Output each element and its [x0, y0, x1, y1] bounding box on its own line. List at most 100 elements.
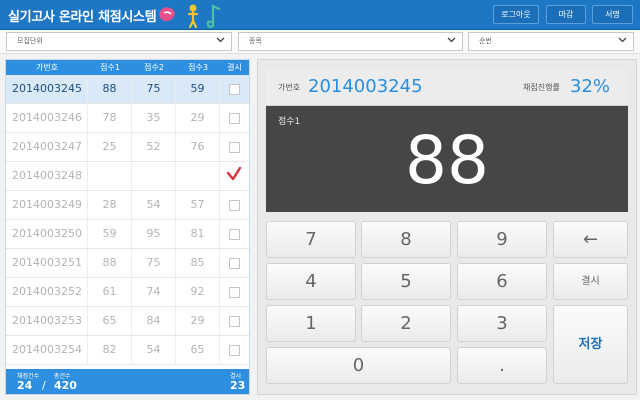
col-header-score2: 점수2 — [144, 63, 164, 72]
row-id: 2014003253 — [6, 307, 88, 335]
key-2[interactable]: 2 — [361, 305, 451, 342]
chevron-down-icon — [216, 37, 225, 43]
row-score3: 57 — [176, 191, 220, 219]
absent-checkbox[interactable] — [229, 84, 240, 95]
row-absent-cell — [220, 249, 249, 277]
row-id: 2014003245 — [6, 75, 88, 103]
absent-checkbox[interactable] — [229, 258, 240, 269]
table-row[interactable]: 2014003252 61 74 92 — [6, 278, 249, 307]
row-id: 2014003252 — [6, 278, 88, 306]
table-row[interactable]: 2014003254 82 54 65 — [6, 336, 249, 365]
row-score3: 59 — [176, 75, 220, 103]
key-1[interactable]: 1 — [266, 305, 356, 342]
row-score2: 75 — [132, 249, 176, 277]
key-9[interactable]: 9 — [457, 221, 547, 258]
row-score2: 52 — [132, 133, 176, 161]
row-score1: 78 — [88, 104, 132, 132]
unit-select-label: 모집단위 — [17, 37, 43, 45]
absent-checkbox[interactable] — [229, 200, 240, 211]
row-score3: 92 — [176, 278, 220, 306]
key-4[interactable]: 4 — [266, 263, 356, 300]
row-score2: 95 — [132, 220, 176, 248]
row-score1: 25 — [88, 133, 132, 161]
chevron-down-icon — [618, 37, 627, 43]
absent-checkbox[interactable] — [229, 316, 240, 327]
row-score1: 59 — [88, 220, 132, 248]
type-select-label: 종목 — [249, 37, 262, 45]
row-score2: 54 — [132, 191, 176, 219]
row-score1: 88 — [88, 249, 132, 277]
save-button[interactable]: 저장 — [553, 305, 628, 384]
key-0[interactable]: 0 — [266, 347, 451, 384]
app-title: 실기고사 온라인 채점시스템 — [8, 10, 157, 25]
unit-select[interactable]: 모집단위 — [6, 32, 232, 51]
row-absent-cell — [220, 220, 249, 248]
row-score3: 65 — [176, 336, 220, 364]
grading-panel: 가번호 2014003245 채점진행률 32% 점수1 88 7 8 9 ← … — [257, 59, 637, 395]
score-table-panel: 가번호 점수1 점수2 점수3 결시 2014003245 88 75 59 20140… — [5, 59, 250, 395]
table-footer: 채점건수 24 / 총건수 420 결시 23 — [6, 369, 249, 394]
order-select[interactable]: 순번 — [468, 32, 634, 51]
table-row[interactable]: 2014003248 — [6, 162, 249, 191]
col-header-score1: 점수1 — [100, 63, 120, 72]
row-score1: 65 — [88, 307, 132, 335]
close-grading-button[interactable]: 마감 — [546, 5, 586, 24]
row-score3: 29 — [176, 307, 220, 335]
graded-count: 24 — [17, 379, 33, 392]
key-5[interactable]: 5 — [361, 263, 451, 300]
row-score3 — [176, 162, 220, 190]
sign-button[interactable]: 서명 — [592, 5, 633, 24]
table-row[interactable]: 2014003249 28 54 57 — [6, 191, 249, 220]
row-score2: 54 — [132, 336, 176, 364]
row-score1: 28 — [88, 191, 132, 219]
row-score2 — [132, 162, 176, 190]
row-score1: 88 — [88, 75, 132, 103]
filter-bar: 모집단위 종목 순번 — [0, 30, 640, 54]
key-3[interactable]: 3 — [457, 305, 547, 342]
progress-value: 32% — [570, 76, 611, 97]
backspace-key[interactable]: ← — [553, 221, 628, 258]
checkmark-icon[interactable] — [226, 166, 242, 182]
absent-checkbox[interactable] — [229, 142, 240, 153]
key-6[interactable]: 6 — [457, 263, 547, 300]
key-8[interactable]: 8 — [361, 221, 451, 258]
candidate-id-label: 가번호 — [278, 83, 301, 92]
logo-icon — [159, 4, 221, 29]
table-row[interactable]: 2014003251 88 75 85 — [6, 249, 249, 278]
absent-checkbox[interactable] — [229, 345, 240, 356]
row-absent-cell — [220, 75, 249, 103]
row-absent-cell — [220, 104, 249, 132]
row-id: 2014003246 — [6, 104, 88, 132]
row-score1 — [88, 162, 132, 190]
row-score3: 76 — [176, 133, 220, 161]
row-absent-cell — [220, 336, 249, 364]
score-value: 88 — [405, 122, 489, 199]
table-row[interactable]: 2014003245 88 75 59 — [6, 75, 249, 104]
absent-count: 23 — [230, 379, 246, 392]
score-display: 가번호 2014003245 채점진행률 32% 점수1 88 — [266, 69, 628, 212]
row-score2: 75 — [132, 75, 176, 103]
row-score3: 85 — [176, 249, 220, 277]
progress-label: 채점진행률 — [523, 83, 560, 92]
col-header-id: 가번호 — [35, 63, 59, 72]
row-score2: 84 — [132, 307, 176, 335]
row-absent-cell — [220, 162, 249, 190]
table-row[interactable]: 2014003246 78 35 29 — [6, 104, 249, 133]
logout-button[interactable]: 로그아웃 — [493, 5, 539, 24]
count-separator: / — [42, 379, 46, 392]
row-score1: 82 — [88, 336, 132, 364]
absent-checkbox[interactable] — [229, 113, 240, 124]
absent-key[interactable]: 결시 — [553, 263, 628, 300]
chevron-down-icon — [447, 37, 456, 43]
table-row[interactable]: 2014003253 65 84 29 — [6, 307, 249, 336]
key-7[interactable]: 7 — [266, 221, 356, 258]
type-select[interactable]: 종목 — [238, 32, 463, 51]
table-row[interactable]: 2014003250 59 95 81 — [6, 220, 249, 249]
absent-checkbox[interactable] — [229, 287, 240, 298]
table-row[interactable]: 2014003247 25 52 76 — [6, 133, 249, 162]
row-absent-cell — [220, 307, 249, 335]
absent-checkbox[interactable] — [229, 229, 240, 240]
table-header: 가번호 점수1 점수2 점수3 결시 — [6, 60, 249, 75]
row-absent-cell — [220, 133, 249, 161]
decimal-key[interactable]: . — [457, 347, 547, 384]
